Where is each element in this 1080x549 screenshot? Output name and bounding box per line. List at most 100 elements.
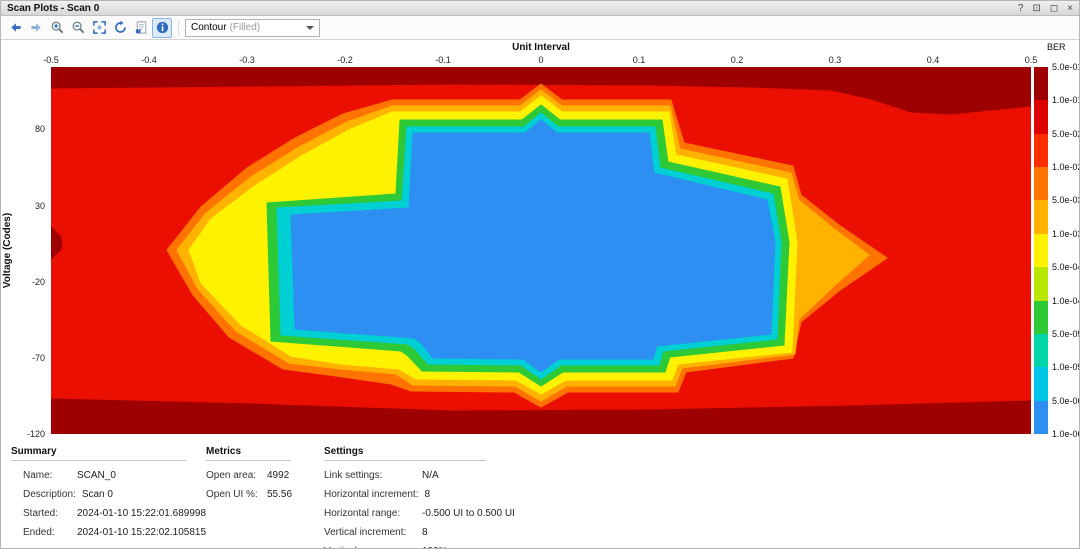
zoom-fit-icon (92, 20, 107, 35)
row-label: Horizontal range: (324, 508, 416, 519)
toolbar-separator (178, 20, 179, 36)
y-tick-label: -20 (32, 277, 45, 287)
colorbar-label: 5.0e-05 (1052, 329, 1080, 339)
info-button[interactable] (152, 18, 172, 38)
panel-metrics: Metrics Open area:4992 Open UI %: 55.56 (206, 446, 291, 549)
x-tick-label: 0.3 (829, 55, 842, 65)
panel-row: Started:2024-01-10 15:22:01.689998 (11, 504, 186, 523)
colorbar-segment (1034, 234, 1048, 267)
plot-content: Unit Interval -0.5-0.4-0.3-0.2-0.100.10.… (1, 40, 1079, 548)
row-label: Ended: (23, 527, 71, 538)
refresh-button[interactable] (110, 18, 130, 38)
row-label: Vertical increment: (324, 527, 416, 538)
colorbar-label: 5.0e-01 (1052, 62, 1080, 72)
panel-title: Summary (11, 446, 186, 461)
row-value: 2024-01-10 15:22:01.689998 (77, 508, 206, 519)
row-label: Started: (23, 508, 71, 519)
forward-button[interactable] (26, 18, 46, 38)
zoom-in-icon (50, 20, 65, 35)
maximize-icon[interactable]: ◻ (1050, 2, 1058, 15)
y-tick-label: -70 (32, 353, 45, 363)
row-label: Open UI %: (206, 489, 261, 500)
plot-type-qualifier: (Filled) (230, 22, 261, 33)
row-label: Name: (23, 470, 71, 481)
info-icon (155, 20, 170, 35)
report-button[interactable] (131, 18, 151, 38)
titlebar[interactable]: Scan Plots - Scan 0 ? ⊡ ◻ × (1, 1, 1079, 16)
window-title: Scan Plots - Scan 0 (7, 3, 99, 14)
row-value: 2024-01-10 15:22:02.105815 (77, 527, 206, 538)
colorbar-segment (1034, 200, 1048, 233)
panel-row: Vertical increment: 8 (324, 523, 486, 542)
panel-row: Description: Scan 0 (11, 485, 186, 504)
panel-row: Horizontal increment:8 (324, 485, 486, 504)
row-value: SCAN_0 (77, 470, 116, 481)
colorbar-label: 5.0e-02 (1052, 129, 1080, 139)
zoom-in-button[interactable] (47, 18, 67, 38)
zoom-fit-button[interactable] (89, 18, 109, 38)
report-page-icon (134, 20, 149, 35)
row-value: 4992 (267, 470, 289, 481)
back-arrow-icon (8, 20, 23, 35)
colorbar-label: 1.0e-03 (1052, 229, 1080, 239)
row-value: Scan 0 (82, 489, 113, 500)
y-tick-label: 80 (35, 124, 45, 134)
panel-settings: Settings Link settings: N/A Horizontal incr… (324, 446, 486, 549)
back-button[interactable] (5, 18, 25, 38)
x-axis-ticks: -0.5-0.4-0.3-0.2-0.100.10.20.30.40.5 (51, 55, 1031, 66)
colorbar-label: 1.0e-06 (1052, 429, 1080, 439)
zoom-out-button[interactable] (68, 18, 88, 38)
panel-title: Settings (324, 446, 486, 461)
x-tick-label: 0.4 (927, 55, 940, 65)
x-tick-label: 0.5 (1025, 55, 1038, 65)
colorbar-label: 5.0e-03 (1052, 195, 1080, 205)
x-tick-label: -0.4 (141, 55, 157, 65)
row-label: Description: (23, 489, 76, 500)
y-tick-label: -120 (27, 429, 45, 439)
colorbar-label: 1.0e-01 (1052, 95, 1080, 105)
x-axis-title: Unit Interval (51, 42, 1031, 53)
colorbar-segment (1034, 334, 1048, 367)
info-panels: Summary Name: SCAN_0Description: Scan 0 Star… (11, 446, 486, 549)
colorbar-label: 5.0e-04 (1052, 262, 1080, 272)
y-tick-label: 30 (35, 201, 45, 211)
colorbar-label: 5.0e-06 (1052, 396, 1080, 406)
y-axis-ticks: 8030-20-70-120 (17, 67, 47, 434)
panel-title: Metrics (206, 446, 291, 461)
panel-row: Name: SCAN_0 (11, 466, 186, 485)
colorbar-segment (1034, 100, 1048, 133)
colorbar-segment (1034, 134, 1048, 167)
panel-summary: Summary Name: SCAN_0Description: Scan 0 Star… (11, 446, 186, 549)
row-label: Link settings: (324, 470, 416, 481)
window-controls: ? ⊡ ◻ × (1018, 2, 1073, 15)
row-value: N/A (422, 470, 439, 481)
colorbar-label: 1.0e-02 (1052, 162, 1080, 172)
panel-row: Vertical range:100% (324, 542, 486, 549)
close-icon[interactable]: × (1067, 2, 1073, 15)
colorbar-segment (1034, 267, 1048, 300)
chevron-down-icon (306, 26, 314, 30)
colorbar-segment (1034, 367, 1048, 400)
plot-type-value: Contour (191, 22, 227, 33)
row-value: 8 (422, 527, 428, 538)
x-tick-label: -0.3 (239, 55, 255, 65)
colorbar-segment (1034, 301, 1048, 334)
toolbar: Contour (Filled) (1, 16, 1079, 40)
panel-row: Horizontal range:-0.500 UI to 0.500 UI (324, 504, 486, 523)
x-tick-label: 0 (538, 55, 543, 65)
panel-row: Open UI %: 55.56 (206, 485, 291, 504)
row-value: 55.56 (267, 489, 292, 500)
colorbar-title: BER (1047, 42, 1066, 52)
colorbar-segment (1034, 401, 1048, 434)
x-tick-label: -0.1 (435, 55, 451, 65)
x-tick-label: 0.1 (633, 55, 646, 65)
float-icon[interactable]: ⊡ (1032, 2, 1040, 15)
colorbar-segment (1034, 67, 1048, 100)
x-tick-label: -0.2 (337, 55, 353, 65)
zoom-out-icon (71, 20, 86, 35)
colorbar-labels: 5.0e-011.0e-015.0e-021.0e-025.0e-031.0e-… (1052, 67, 1080, 434)
help-icon[interactable]: ? (1018, 2, 1024, 15)
panel-row: Link settings: N/A (324, 466, 486, 485)
panel-row: Open area:4992 (206, 466, 291, 485)
plot-type-dropdown[interactable]: Contour (Filled) (185, 19, 320, 37)
